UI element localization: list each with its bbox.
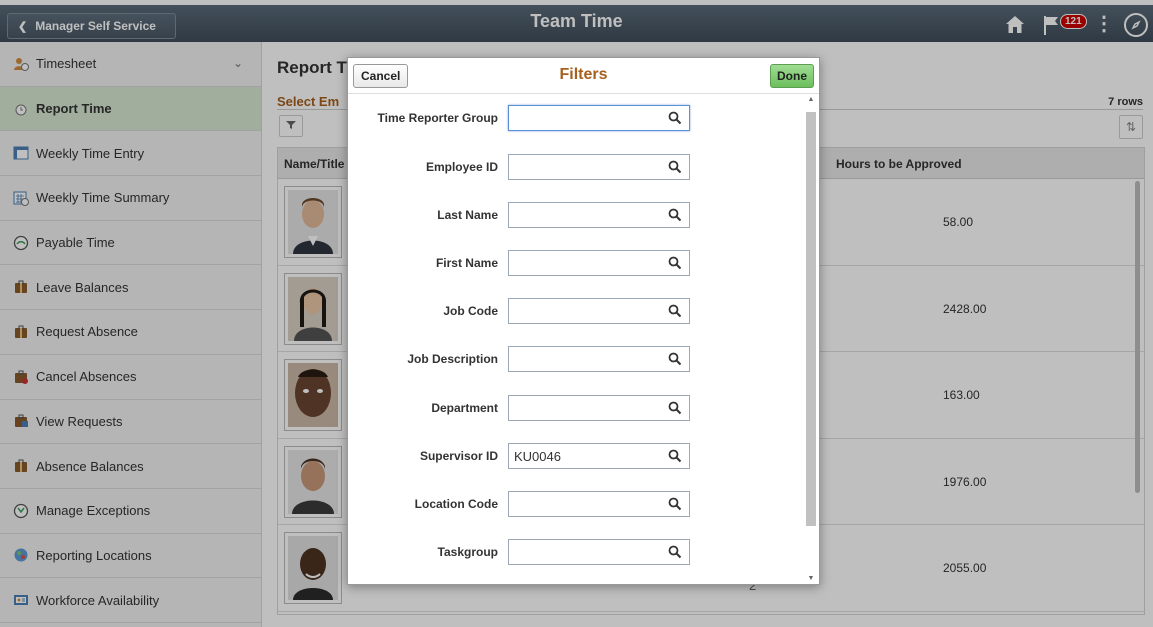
filters-form: Time Reporter Group Employee ID Last Nam… [348,95,806,585]
field-row-first-name: First Name [348,250,806,276]
modal-title: Filters [559,66,608,83]
field-row-employee-id: Employee ID [348,154,806,180]
field-label: Location Code [414,497,498,511]
search-icon[interactable] [668,545,682,559]
search-icon[interactable] [668,352,682,366]
search-icon[interactable] [668,208,682,222]
job-code-input[interactable] [508,298,690,324]
field-label: Department [431,401,498,415]
field-row-job-code: Job Code [348,298,806,324]
supervisor-id-input[interactable] [508,443,690,469]
done-button[interactable]: Done [770,64,814,88]
employee-id-input[interactable] [508,154,690,180]
field-label: Supervisor ID [419,449,498,463]
search-icon[interactable] [668,111,682,125]
field-label: Last Name [437,208,498,222]
job-description-input[interactable] [508,346,690,372]
filters-modal: Cancel Filters Done Time Reporter Group … [347,57,820,585]
field-label: First Name [435,256,498,270]
field-row-time-reporter-group: Time Reporter Group [348,105,806,131]
field-label: Taskgroup [437,545,498,559]
field-label: Job Description [407,352,498,366]
field-row-taskgroup: Taskgroup [348,539,806,565]
field-label: Employee ID [425,160,498,174]
scroll-down-arrow-icon[interactable]: ▼ [807,575,815,582]
field-row-department: Department [348,395,806,421]
scrollbar-thumb[interactable] [806,112,816,526]
field-row-last-name: Last Name [348,202,806,228]
search-icon[interactable] [668,256,682,270]
department-input[interactable] [508,395,690,421]
first-name-input[interactable] [508,250,690,276]
field-row-location-code: Location Code [348,491,806,517]
search-icon[interactable] [668,449,682,463]
last-name-input[interactable] [508,202,690,228]
search-icon[interactable] [668,401,682,415]
scroll-up-arrow-icon[interactable]: ▲ [807,96,815,103]
field-label: Time Reporter Group [377,111,498,125]
field-label: Job Code [443,304,498,318]
search-icon[interactable] [668,304,682,318]
field-row-supervisor-id: Supervisor ID [348,443,806,469]
modal-header: Cancel Filters Done [348,58,819,94]
time-reporter-group-input[interactable] [508,105,690,131]
search-icon[interactable] [668,160,682,174]
field-row-job-description: Job Description [348,346,806,372]
search-icon[interactable] [668,497,682,511]
taskgroup-input[interactable] [508,539,690,565]
location-code-input[interactable] [508,491,690,517]
modal-scrollbar[interactable]: ▲ ▼ [805,96,817,582]
